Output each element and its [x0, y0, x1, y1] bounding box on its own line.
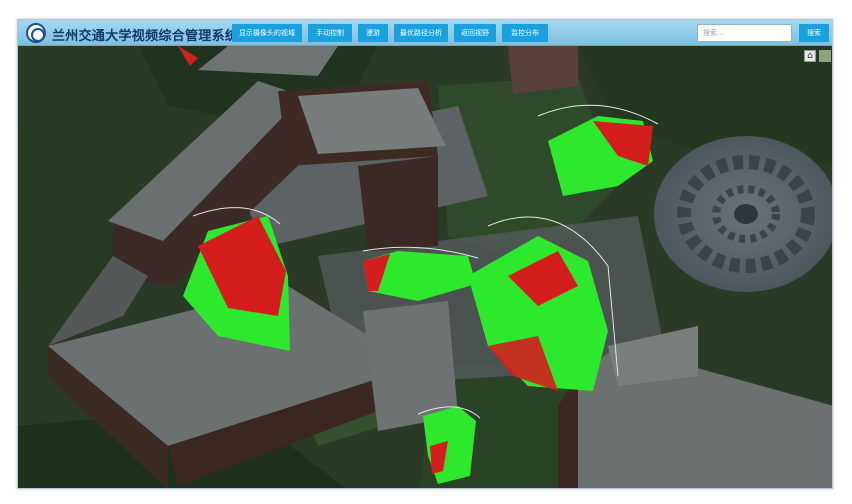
building-wall: [508, 46, 578, 94]
building-wall: [358, 156, 438, 251]
university-logo-icon: [26, 23, 46, 43]
optimal-path-button[interactable]: 最优路径分析: [394, 24, 448, 42]
search-button[interactable]: 搜索: [799, 24, 829, 42]
return-view-button[interactable]: 返回视野: [454, 24, 496, 42]
app-window: 兰州交通大学视频综合管理系统 显示摄像头的视域 手动控制 漫游 最优路径分析 返…: [17, 19, 833, 489]
manual-control-button[interactable]: 手动控制: [308, 24, 352, 42]
search-input[interactable]: 搜索...: [697, 24, 792, 42]
home-icon[interactable]: ⌂: [804, 50, 816, 62]
plaza-center: [734, 204, 758, 224]
layer-switch-icon[interactable]: [819, 50, 831, 62]
3d-campus-map[interactable]: [18, 46, 833, 489]
roam-button[interactable]: 漫游: [358, 24, 388, 42]
top-bar: 兰州交通大学视频综合管理系统 显示摄像头的视域 手动控制 漫游 最优路径分析 返…: [18, 20, 832, 46]
show-camera-viewshed-button[interactable]: 显示摄像头的视域: [232, 24, 302, 42]
monitor-distribution-button[interactable]: 监控分布: [502, 24, 548, 42]
app-title: 兰州交通大学视频综合管理系统: [52, 29, 239, 44]
